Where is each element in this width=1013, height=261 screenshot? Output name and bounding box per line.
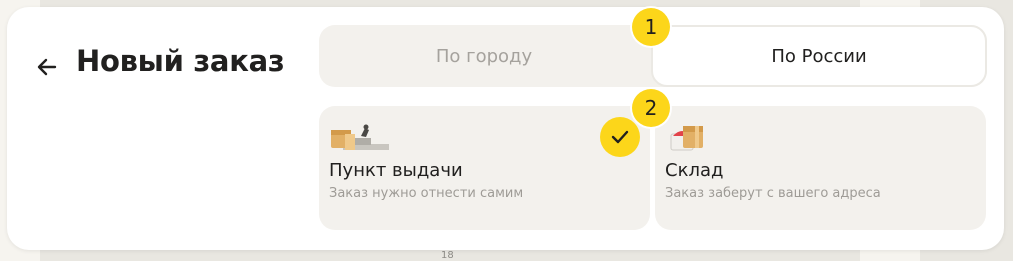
new-order-panel: Новый заказ По городу По России Пункт вы… [7, 7, 1004, 250]
tab-by-city[interactable]: По городу [319, 25, 649, 87]
selected-check [600, 117, 640, 157]
pickup-point-box-icon [329, 122, 389, 156]
checkmark-icon [611, 130, 629, 144]
warehouse-subtitle: Заказ заберут с вашего адреса [665, 186, 881, 201]
step-badge-1: 1 [632, 8, 670, 46]
warehouse-option[interactable]: Склад Заказ заберут с вашего адреса [655, 106, 986, 230]
pickup-point-title: Пункт выдачи [329, 160, 463, 181]
step-badge-2: 2 [632, 89, 670, 127]
warehouse-box-icon [665, 122, 709, 156]
pickup-point-subtitle: Заказ нужно отнести самим [329, 186, 524, 201]
pickup-point-option[interactable]: Пункт выдачи Заказ нужно отнести самим [319, 106, 650, 230]
map-house-number: 18 [441, 250, 454, 261]
page-title: Новый заказ [76, 44, 285, 78]
arrow-left-icon [37, 58, 57, 76]
warehouse-title: Склад [665, 160, 724, 181]
tab-by-russia[interactable]: По России [651, 25, 987, 87]
back-button[interactable] [29, 49, 65, 85]
